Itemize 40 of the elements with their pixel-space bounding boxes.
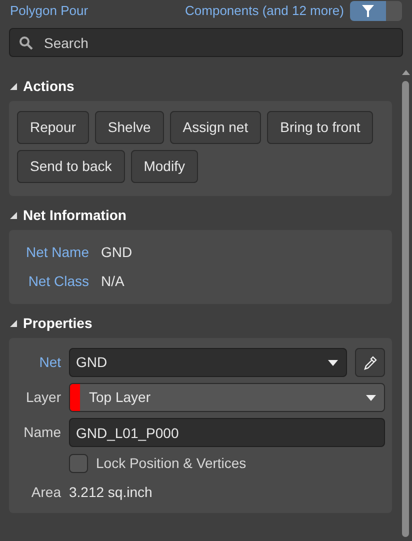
field-value: GND — [101, 243, 132, 262]
search-icon — [19, 36, 33, 50]
funnel-icon — [362, 5, 374, 17]
action-button[interactable]: Bring to front — [267, 111, 374, 144]
scrollbar-thumb[interactable] — [402, 81, 409, 537]
action-button[interactable]: Modify — [130, 150, 198, 183]
filter-button[interactable] — [350, 1, 402, 21]
section-title[interactable]: Actions — [23, 76, 74, 96]
lock-checkbox[interactable] — [69, 454, 88, 473]
action-button[interactable]: Repour — [17, 111, 89, 144]
field-label: Name — [22, 423, 61, 442]
field-label: Net Name — [24, 243, 89, 262]
eyedropper-button[interactable] — [355, 348, 385, 377]
section-title[interactable]: Net Information — [23, 204, 126, 226]
dropdown-caret-icon — [328, 360, 338, 366]
checkbox-label: Lock Position & Vertices — [96, 454, 246, 473]
action-button[interactable]: Send to back — [17, 150, 125, 183]
dropdown-caret-icon — [366, 394, 376, 400]
field-label: Net Class — [27, 272, 89, 291]
field-value: N/A — [101, 272, 124, 291]
action-button[interactable]: Assign net — [170, 111, 262, 144]
layer-dropdown[interactable]: Top Layer — [69, 383, 385, 412]
net-dropdown[interactable]: GND — [69, 348, 347, 377]
object-type-label: Polygon Pour — [10, 2, 88, 20]
expanded-triangle-icon[interactable] — [10, 82, 17, 90]
dropdown-value: GND — [76, 353, 108, 372]
filter-label: Components (and 12 more) — [185, 2, 344, 20]
field-label: Layer — [24, 388, 61, 407]
action-button[interactable]: Shelve — [94, 111, 164, 144]
expanded-triangle-icon[interactable] — [10, 212, 17, 218]
section-title[interactable]: Properties — [23, 312, 92, 334]
eyedropper-icon — [363, 356, 377, 370]
dropdown-value: Top Layer — [88, 388, 152, 407]
name-field[interactable]: GND_L01_P000 — [69, 418, 385, 447]
field-label: Area — [30, 483, 61, 502]
expanded-triangle-icon[interactable] — [10, 320, 17, 326]
field-label: Net — [38, 353, 61, 372]
field-value: 3.212 sq.inch — [69, 483, 152, 502]
search-field[interactable]: Search — [9, 28, 403, 57]
scroll-up-arrow-icon[interactable] — [402, 70, 410, 75]
